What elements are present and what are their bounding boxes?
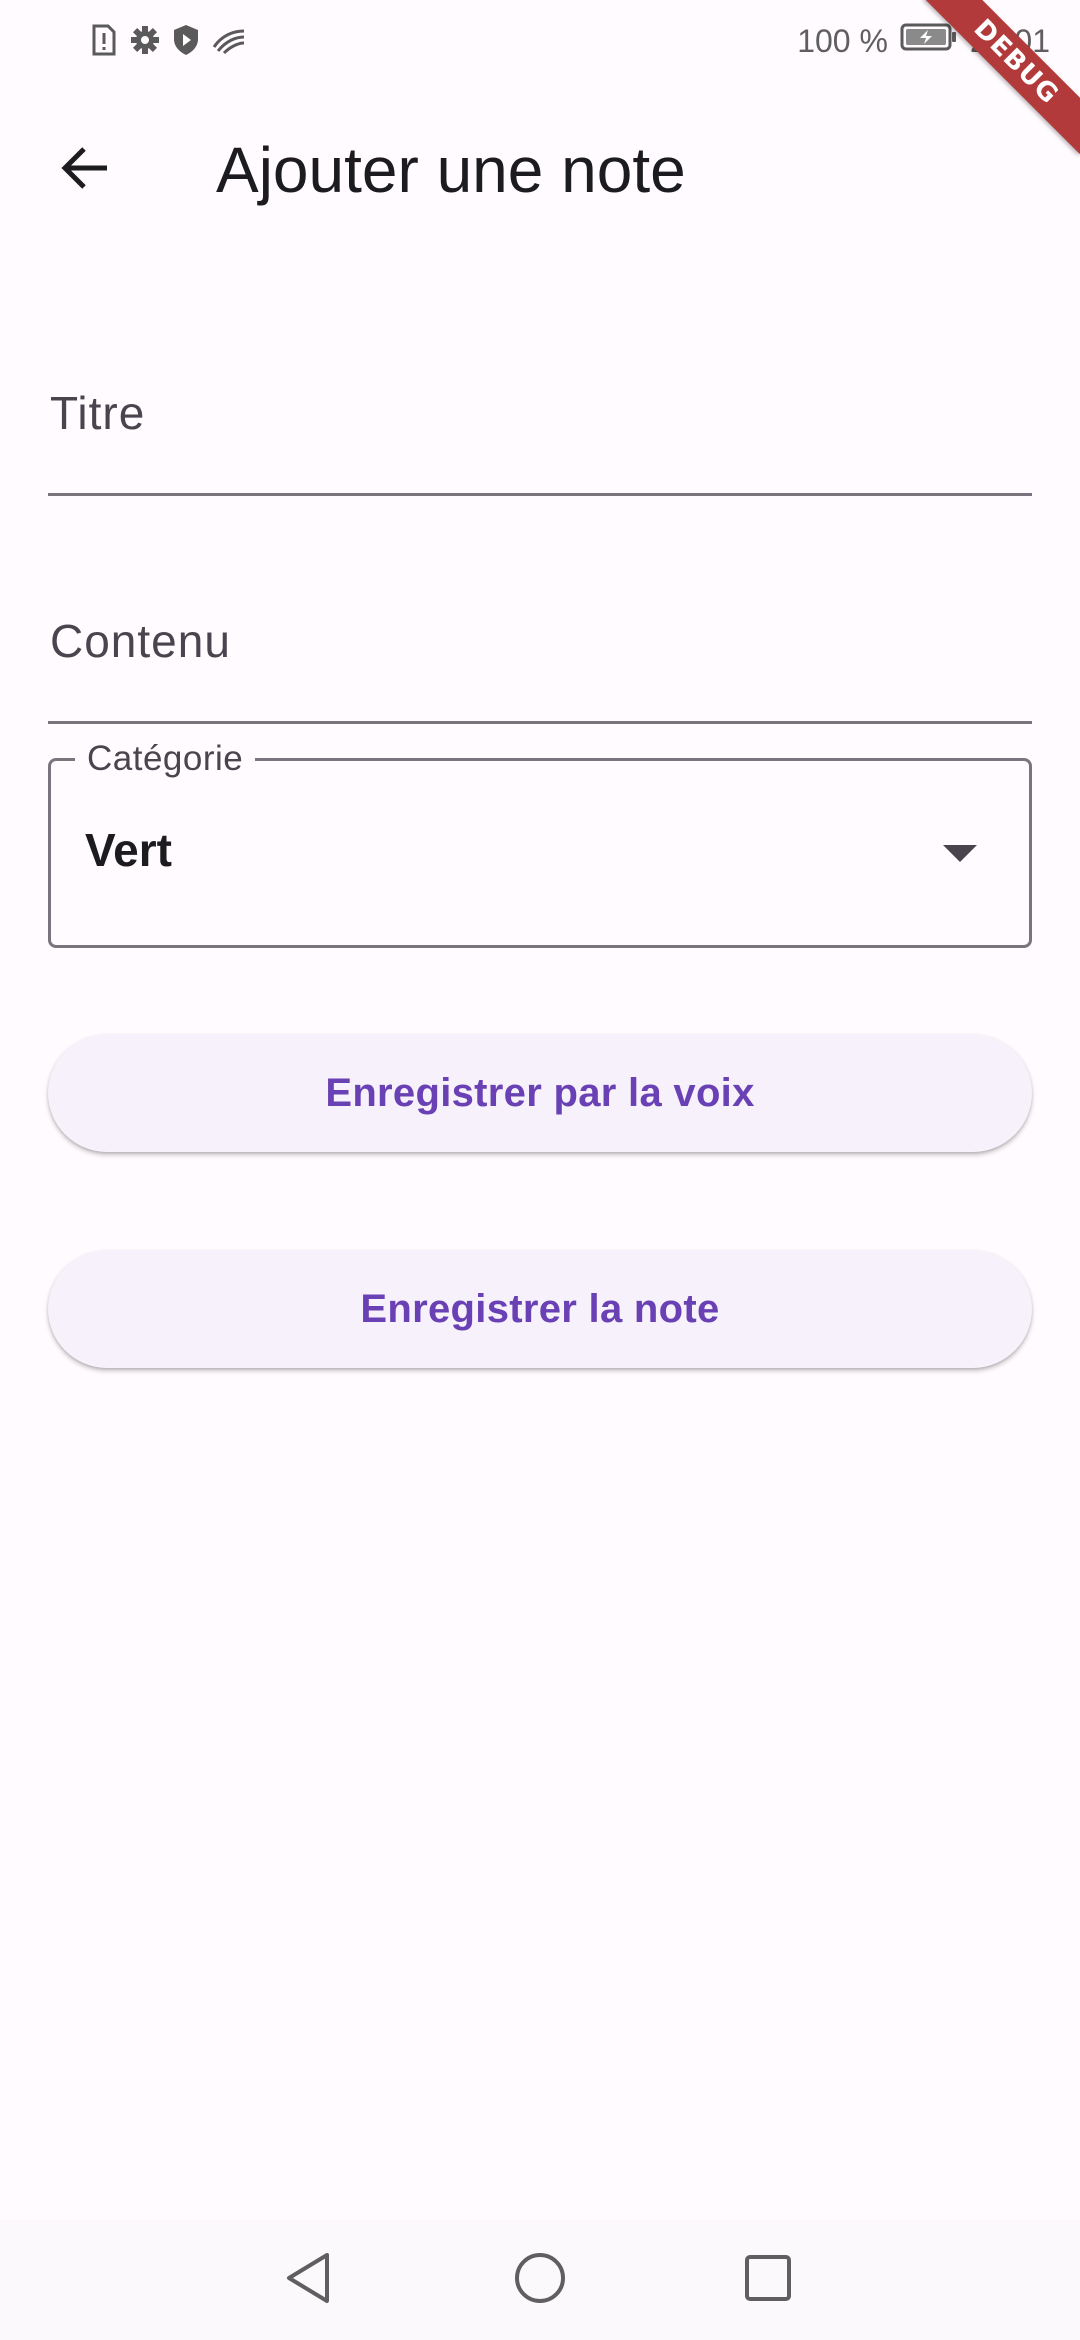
status-icons-right: 100 % 20:01 xyxy=(797,22,1050,60)
settings-gear-icon xyxy=(130,25,160,55)
shield-play-icon xyxy=(172,24,200,56)
dropdown-arrow-icon[interactable] xyxy=(943,845,977,862)
nav-recents-icon xyxy=(743,2253,793,2308)
system-nav-bar xyxy=(0,2220,1080,2340)
arrow-left-icon xyxy=(57,141,111,200)
title-field[interactable]: Titre xyxy=(48,346,1032,496)
content-field[interactable]: Contenu xyxy=(48,574,1032,724)
battery-percent: 100 % xyxy=(797,22,888,59)
category-selected-value: Vert xyxy=(85,824,172,876)
save-note-button[interactable]: Enregistrer la note xyxy=(48,1250,1032,1368)
app-bar: Ajouter une note xyxy=(0,86,1080,254)
content-field-label: Contenu xyxy=(50,615,231,667)
status-bar: 100 % 20:01 xyxy=(0,0,1080,86)
nav-home-button[interactable] xyxy=(510,2250,570,2310)
status-icons-left xyxy=(90,24,246,56)
page-title: Ajouter une note xyxy=(216,134,686,206)
nav-back-button[interactable] xyxy=(278,2250,338,2310)
sim-alert-icon xyxy=(90,24,118,56)
record-voice-button[interactable]: Enregistrer par la voix xyxy=(48,1034,1032,1152)
battery-charging-icon xyxy=(900,22,958,60)
nav-recents-button[interactable] xyxy=(738,2250,798,2310)
category-dropdown[interactable]: Catégorie Vert xyxy=(48,737,1032,948)
nav-home-icon xyxy=(513,2251,567,2310)
status-time: 20:01 xyxy=(969,22,1050,59)
swiftkey-icon xyxy=(212,25,246,55)
title-field-label: Titre xyxy=(50,387,146,439)
category-dropdown-label: Catégorie xyxy=(75,737,256,781)
back-button[interactable] xyxy=(40,126,128,214)
nav-back-icon xyxy=(283,2251,333,2310)
